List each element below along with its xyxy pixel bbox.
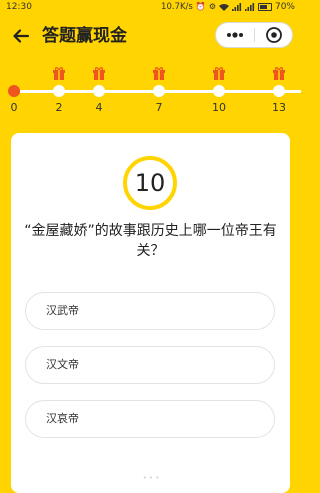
milestone-node-10 <box>213 85 225 97</box>
answer-option-3[interactable]: 汉哀帝 <box>25 400 275 438</box>
gift-icon <box>213 67 225 80</box>
status-bar: 12:30 10.7K/s ⏰ ⚙ 70% <box>0 0 301 14</box>
footer-watermark: • • • <box>142 474 160 482</box>
milestone-label: 13 <box>272 101 286 114</box>
signal-icon-2 <box>244 3 255 11</box>
signal-icon <box>231 3 242 11</box>
answer-option-label: 汉武帝 <box>46 304 79 317</box>
gift-icon <box>53 67 65 80</box>
answer-option-label: 汉哀帝 <box>46 412 79 425</box>
mini-program-capsule <box>215 22 293 48</box>
nav-bar: 答题赢现金 <box>0 18 301 54</box>
gift-icon <box>273 67 285 80</box>
question-card: 10 “金屋藏娇”的故事跟历史上哪一位帝王有关？ 汉武帝 汉文帝 汉哀帝 • •… <box>11 133 290 493</box>
gift-icon <box>93 67 105 80</box>
gift-icon <box>153 67 165 80</box>
settings-icon: ⚙ <box>208 2 216 11</box>
battery-level <box>259 5 267 9</box>
alarm-icon: ⏰ <box>195 2 206 11</box>
milestone-node-13 <box>273 85 285 97</box>
answer-option-2[interactable]: 汉文帝 <box>25 346 275 384</box>
battery-percent: 70% <box>274 2 295 12</box>
wifi-icon <box>218 4 229 11</box>
milestone-node-2 <box>53 85 65 97</box>
close-button[interactable] <box>255 23 293 47</box>
page-title: 答题赢现金 <box>42 26 127 46</box>
countdown-timer: 10 <box>123 156 177 210</box>
milestone-label: 2 <box>55 101 63 114</box>
milestone-label: 4 <box>95 101 103 114</box>
milestone-node-0 <box>8 85 20 97</box>
milestone-progress: 0 2 4 7 10 13 <box>0 62 301 120</box>
answer-option-label: 汉文帝 <box>46 358 79 371</box>
question-text: “金屋藏娇”的故事跟历史上哪一位帝王有关？ <box>24 223 277 259</box>
more-button[interactable] <box>216 23 254 47</box>
status-time: 12:30 <box>6 2 32 12</box>
milestone-node-7 <box>153 85 165 97</box>
milestone-node-4 <box>93 85 105 97</box>
countdown-value: 10 <box>134 169 166 197</box>
back-arrow-icon[interactable] <box>12 27 30 45</box>
battery-icon <box>257 3 272 11</box>
status-indicators: 10.7K/s ⏰ ⚙ 70% <box>161 0 295 14</box>
milestone-label: 10 <box>212 101 226 114</box>
answer-option-1[interactable]: 汉武帝 <box>25 292 275 330</box>
milestone-label: 7 <box>155 101 163 114</box>
milestone-label: 0 <box>10 101 18 114</box>
more-dots-icon <box>227 32 243 38</box>
target-close-icon <box>266 27 282 43</box>
network-speed: 10.7K/s <box>161 2 193 12</box>
